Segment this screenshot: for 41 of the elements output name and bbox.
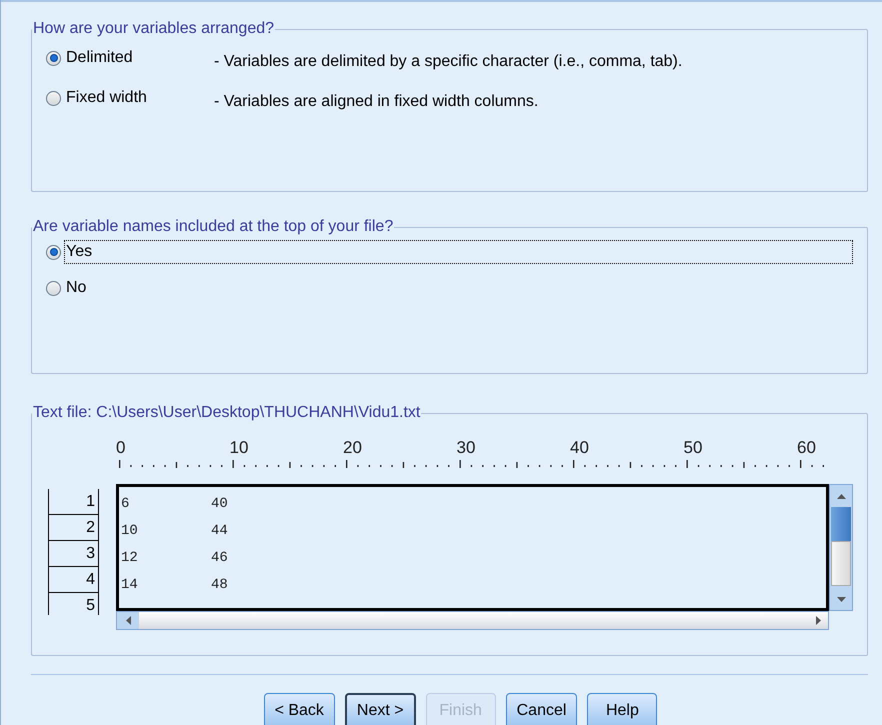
radio-button[interactable] — [46, 280, 61, 296]
row-number: 5 — [48, 592, 99, 615]
row-number: 3 — [48, 540, 99, 567]
vertical-scrollbar[interactable] — [829, 484, 853, 611]
data-cell-text: 12 — [121, 549, 139, 568]
group-title: Are variable names included at the top of your file? — [32, 218, 394, 236]
row-number: 2 — [48, 514, 99, 541]
ruler-label: 40 — [570, 438, 589, 458]
data-cell-text: 10 — [121, 522, 139, 541]
ruler-label: 50 — [684, 438, 702, 458]
option-description: - Variables are aligned in fixed width columns. — [214, 92, 538, 112]
data-cell-text: 6 — [121, 495, 130, 514]
ruler-label: 60 — [797, 438, 816, 458]
scroll-thumb[interactable] — [831, 541, 851, 586]
radio-label[interactable]: No — [64, 276, 88, 300]
data-cell-text: 46 — [211, 549, 228, 568]
wizard-button[interactable]: Help — [587, 693, 658, 725]
horizontal-scrollbar[interactable] — [116, 611, 829, 630]
radio-button[interactable] — [46, 90, 61, 106]
radio-button[interactable] — [46, 50, 61, 66]
wizard-button[interactable]: Next > — [344, 693, 416, 725]
scroll-left-icon[interactable] — [117, 612, 139, 629]
data-cell-text: 48 — [211, 576, 228, 595]
group-title: Text file: C:\Users\User\Desktop\THUCHANH\Vidu1.txt — [32, 404, 422, 422]
ruler-label: 0 — [116, 438, 126, 458]
data-cell-text: 40 — [211, 495, 228, 514]
radio-label[interactable]: Fixed width — [64, 86, 214, 110]
radio-label[interactable]: Yes — [64, 240, 853, 264]
ruler-label: 20 — [343, 438, 362, 458]
data-cell-text: 44 — [211, 522, 228, 541]
row-number: 1 — [48, 489, 99, 515]
radio-button[interactable] — [46, 244, 61, 260]
wizard-button[interactable]: Cancel — [506, 693, 578, 725]
wizard-button[interactable]: < Back — [264, 693, 335, 725]
ruler-label: 30 — [456, 438, 476, 458]
row-number: 4 — [48, 566, 99, 593]
data-cell-text: 14 — [121, 576, 139, 595]
option-description: - Variables are delimited by a specific character (i.e., comma, tab). — [214, 52, 682, 72]
radio-label[interactable]: Delimited — [64, 46, 214, 70]
group-title: How are your variables arranged? — [32, 20, 276, 38]
ruler-label: 10 — [230, 438, 248, 458]
